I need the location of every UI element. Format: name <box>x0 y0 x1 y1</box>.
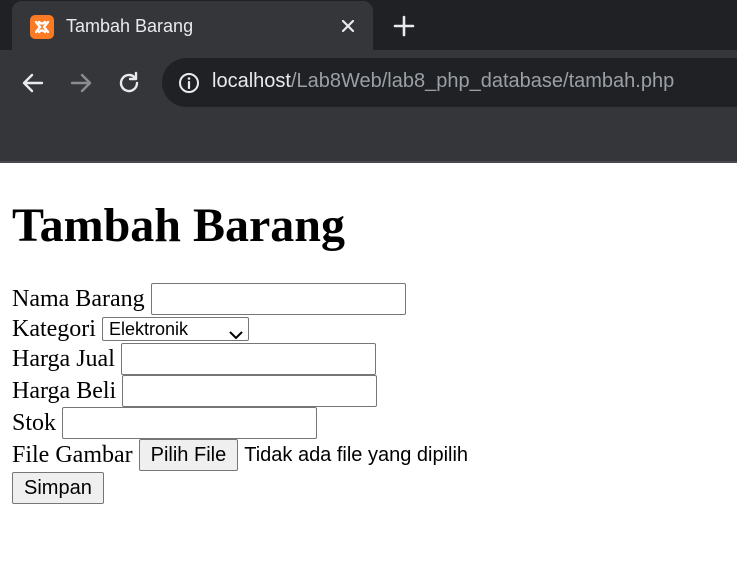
forward-arrow-icon[interactable] <box>68 70 94 96</box>
browser-chrome: Tambah Barang localhost/Lab8Web/lab8_php… <box>0 0 737 163</box>
stok-label: Stok <box>12 410 57 436</box>
browser-toolbar: localhost/Lab8Web/lab8_php_database/tamb… <box>0 50 737 114</box>
close-tab-icon[interactable] <box>337 15 359 37</box>
url-host: localhost <box>212 70 291 92</box>
url-text: localhost/Lab8Web/lab8_php_database/tamb… <box>212 70 674 93</box>
file-gambar-label: File Gambar <box>12 442 133 468</box>
row-nama-barang: Nama Barang <box>12 283 406 315</box>
harga-beli-input[interactable] <box>122 375 378 407</box>
harga-jual-label: Harga Jual <box>12 346 115 372</box>
row-kategori: Kategori Elektronik <box>12 314 249 344</box>
row-harga-beli: Harga Beli <box>12 375 378 407</box>
nama-barang-input[interactable] <box>150 283 406 315</box>
back-arrow-icon[interactable] <box>20 70 46 96</box>
nama-barang-label: Nama Barang <box>12 286 145 312</box>
row-submit: Simpan <box>12 472 104 504</box>
tab-strip: Tambah Barang <box>0 0 737 50</box>
file-status-text: Tidak ada file yang dipilih <box>244 444 469 466</box>
address-bar[interactable]: localhost/Lab8Web/lab8_php_database/tamb… <box>162 58 737 107</box>
chrome-divider <box>0 161 737 163</box>
new-tab-icon[interactable] <box>392 14 416 38</box>
stok-input[interactable] <box>62 407 318 439</box>
kategori-label: Kategori <box>12 316 96 342</box>
reload-icon[interactable] <box>116 70 142 96</box>
info-icon[interactable] <box>177 71 201 95</box>
row-harga-jual: Harga Jual <box>12 343 376 375</box>
url-path: /Lab8Web/lab8_php_database/tambah.php <box>290 70 675 92</box>
chevron-down-icon <box>229 324 243 340</box>
page-title: Tambah Barang <box>12 199 345 252</box>
tab-tambah-barang[interactable]: Tambah Barang <box>12 1 373 50</box>
harga-beli-label: Harga Beli <box>12 378 117 404</box>
xampp-icon <box>30 15 54 39</box>
kategori-select[interactable]: Elektronik <box>101 317 249 341</box>
tab-title: Tambah Barang <box>66 16 194 36</box>
row-stok: Stok <box>12 407 318 439</box>
choose-file-button[interactable]: Pilih File <box>138 439 239 471</box>
harga-jual-input[interactable] <box>120 343 376 375</box>
row-file-gambar: File Gambar Pilih File Tidak ada file yang… <box>12 439 469 471</box>
kategori-selected-value: Elektronik <box>108 319 188 339</box>
simpan-button[interactable]: Simpan <box>12 472 104 504</box>
